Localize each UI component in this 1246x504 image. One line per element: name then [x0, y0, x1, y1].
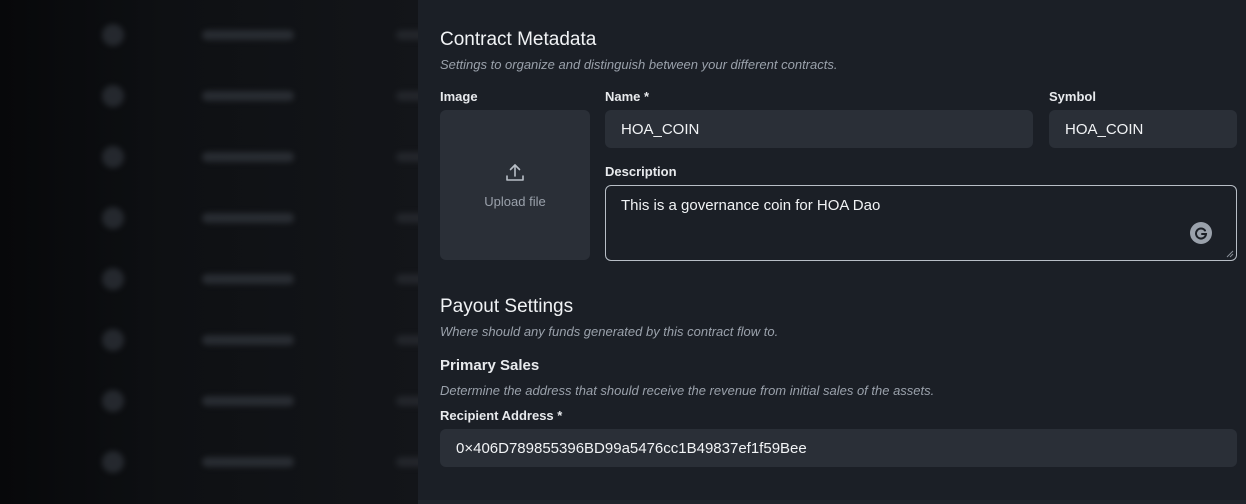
bg-list-item: [96, 142, 418, 172]
description-label: Description: [605, 164, 677, 179]
contract-metadata-title: Contract Metadata: [440, 29, 597, 50]
bg-list-item: [96, 325, 418, 355]
drawer-bottom-divider: [418, 500, 1246, 504]
image-upload-dropzone[interactable]: Upload file: [440, 110, 590, 260]
bg-list-item: [96, 20, 418, 50]
recipient-address-label: Recipient Address *: [440, 408, 563, 423]
background-list-blurred: [0, 0, 418, 504]
image-label: Image: [440, 89, 478, 104]
contract-settings-drawer: Contract Metadata Settings to organize a…: [418, 0, 1246, 504]
recipient-address-input[interactable]: 0×406D789855396BD99a5476cc1B49837ef1f59B…: [440, 429, 1237, 467]
name-input[interactable]: HOA_COIN: [605, 110, 1033, 148]
bg-list-item: [96, 447, 418, 477]
bg-list-item: [96, 81, 418, 111]
description-text: This is a governance coin for HOA Dao: [621, 197, 881, 214]
bg-list-item: [96, 386, 418, 416]
resize-grip-icon[interactable]: [1226, 250, 1234, 258]
contract-metadata-subtitle: Settings to organize and distinguish bet…: [440, 57, 838, 72]
upload-file-label: Upload file: [484, 193, 546, 209]
primary-sales-subtitle: Determine the address that should receiv…: [440, 383, 935, 398]
symbol-label: Symbol: [1049, 89, 1096, 104]
payout-settings-subtitle: Where should any funds generated by this…: [440, 324, 779, 339]
primary-sales-title: Primary Sales: [440, 357, 540, 374]
name-label: Name *: [605, 89, 650, 104]
bg-list-item: [96, 264, 418, 294]
symbol-input[interactable]: HOA_COIN: [1049, 110, 1237, 148]
description-textarea[interactable]: This is a governance coin for HOA Dao: [605, 185, 1237, 261]
upload-icon: [506, 163, 524, 181]
grammar-check-icon[interactable]: [1190, 222, 1212, 244]
payout-settings-title: Payout Settings: [440, 296, 574, 317]
bg-list-item: [96, 203, 418, 233]
